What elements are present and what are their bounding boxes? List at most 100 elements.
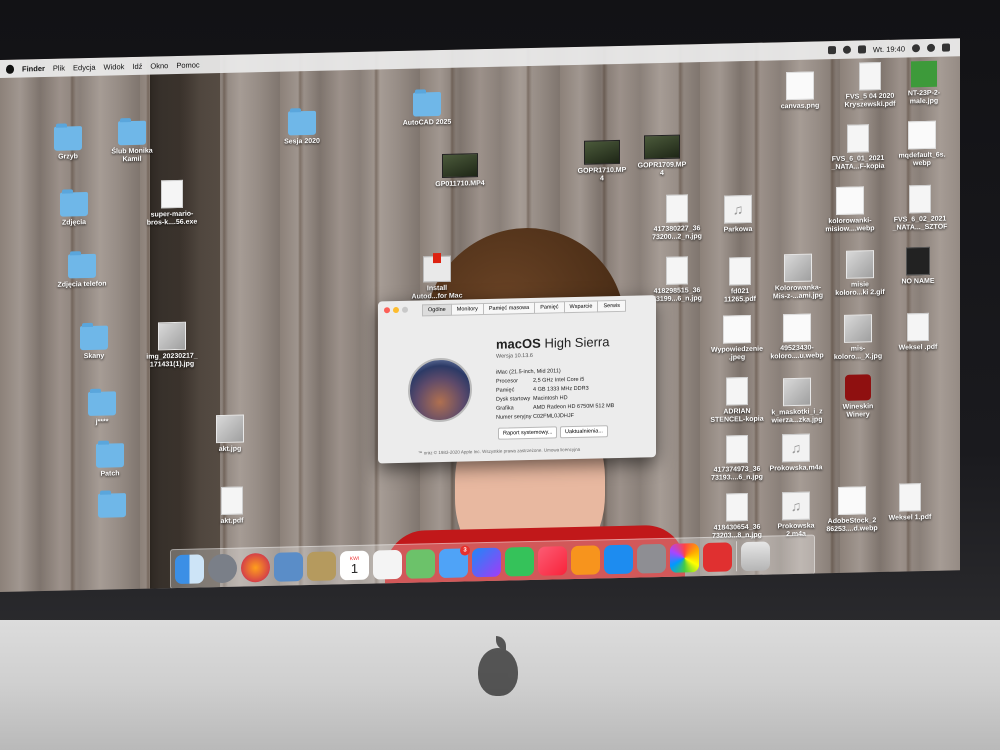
desktop-icon[interactable] <box>80 493 144 521</box>
tab-serwis[interactable]: Serwis <box>597 299 626 313</box>
desktop-icon[interactable]: AutoCAD 2025 <box>395 91 459 128</box>
desktop-icon-label: AutoCAD 2025 <box>402 118 452 127</box>
desktop-icon[interactable]: Grzyb <box>36 126 100 162</box>
facetime-icon[interactable] <box>505 546 534 577</box>
music-icon: ♫ <box>724 194 752 224</box>
desktop-icon-label: FVS_5 04 2020 Kryszewski.pdf <box>844 92 896 109</box>
maps-icon[interactable] <box>406 548 435 579</box>
tab-ogolne[interactable]: Ogólne <box>422 303 452 317</box>
reminders-icon[interactable] <box>373 549 402 580</box>
menu-finder[interactable]: Finder <box>22 63 45 73</box>
desktop-icon[interactable]: AdobeStock_2 86253....d.webp <box>820 486 884 534</box>
menu-edycja[interactable]: Edycja <box>73 62 96 72</box>
desktop-icon[interactable]: Install Autod...for Mac <box>405 255 469 301</box>
desktop-icon[interactable]: NT-23P-2- male.jpg <box>892 60 956 106</box>
desktop-icon[interactable]: Zdjęcia telefon <box>50 253 114 289</box>
desktop-icon[interactable]: FVS_6_01_2021 _NATA...F-kopia <box>826 124 890 172</box>
firefox-icon[interactable] <box>241 552 270 583</box>
music-icon[interactable] <box>538 545 567 576</box>
flag-icon[interactable] <box>857 45 866 54</box>
messages-icon[interactable]: 3 <box>439 544 470 578</box>
user-icon[interactable] <box>927 43 935 52</box>
system-report-button[interactable]: Raport systemowy... <box>498 426 558 440</box>
desktop-icon[interactable]: 49523430- koloro....u.webp <box>765 313 829 361</box>
desktop-icon[interactable]: Weksel .pdf <box>886 312 950 352</box>
notification-center-icon[interactable] <box>942 43 950 52</box>
software-update-button[interactable]: Uaktualnienia... <box>560 425 608 439</box>
calendar-icon[interactable]: KWI 1 <box>340 550 369 580</box>
desktop-icon[interactable]: mis- koloro..._X.jpg <box>826 314 890 362</box>
desktop-icon[interactable]: GOPR1710.MP 4 <box>570 139 634 184</box>
desktop-icon[interactable]: Zdjęcia <box>42 192 106 228</box>
desktop-icon[interactable]: Wypowiedzenie .jpeg <box>705 314 769 363</box>
desktop-icon[interactable]: akt.jpg <box>198 414 262 454</box>
doc-icon <box>726 435 748 464</box>
desktop-icon[interactable]: mqdefault_6s. webp <box>890 120 954 168</box>
tab-pamiec[interactable]: Pamięć <box>534 301 565 314</box>
desktop-icon[interactable]: ♫ Prokowska.m4a <box>764 433 828 473</box>
desktop-icon[interactable]: Kolorowanka- Mis-z-...ami.jpg <box>766 253 830 301</box>
desktop-icon[interactable]: akt.pdf <box>200 486 264 526</box>
desktop-icon[interactable]: 418430654_36 73203...8_n.jpg <box>705 493 769 541</box>
menu-idz[interactable]: Idź <box>132 61 142 70</box>
img-icon <box>846 250 874 279</box>
desktop-icon[interactable]: GOPR1709.MP 4 <box>630 134 694 178</box>
clock[interactable]: Wt. 19:40 <box>873 44 905 54</box>
desktop-icon[interactable]: NO NAME <box>886 246 950 286</box>
minimize-icon[interactable] <box>393 306 399 314</box>
menu-okno[interactable]: Okno <box>150 61 168 70</box>
desktop-icon[interactable]: 417374973_36 73193....6_n.jpg <box>705 435 769 483</box>
desktop-icon[interactable]: super-mario- bros-k....56.exe <box>140 179 204 227</box>
photos-icon[interactable] <box>670 542 699 573</box>
desktop-icon[interactable]: FVS_6_02_2021 _NATA..._SZTOF <box>888 184 952 232</box>
desktop-icon[interactable]: Sesja 2020 <box>270 110 334 146</box>
folder-icon <box>96 443 124 468</box>
tab-pamiec-masowa[interactable]: Pamięć masowa <box>482 301 536 316</box>
desktop-icon[interactable]: 417380227_36 73200...2_n.jpg <box>645 194 709 242</box>
books-icon[interactable] <box>571 544 600 575</box>
search-icon[interactable] <box>912 44 920 53</box>
desktop-icon[interactable]: kolorowanki- misiow....webp <box>818 186 882 234</box>
desktop-icon[interactable]: fd021 11265.pdf <box>708 256 772 304</box>
desktop-icon[interactable]: GP011710.MP4 <box>428 153 492 189</box>
desktop-icon[interactable]: Weksel 1.pdf <box>878 483 942 523</box>
app-store-icon[interactable] <box>604 544 633 574</box>
desktop-icon[interactable]: Wineskin Winery <box>826 374 890 420</box>
desktop-icon[interactable]: k_maskotki_i_z wierza...zka.jpg <box>765 377 829 425</box>
desktop-icon[interactable]: Patch <box>78 443 142 479</box>
folder-icon <box>88 391 116 417</box>
menu-plik[interactable]: Plik <box>53 63 65 72</box>
finder-icon[interactable] <box>175 553 204 584</box>
menu-widok[interactable]: Widok <box>104 62 125 71</box>
contacts-icon[interactable] <box>307 550 336 581</box>
preview-icon[interactable] <box>274 551 303 582</box>
tab-wsparcie[interactable]: Wsparcie <box>563 300 599 314</box>
desktop-icon-label: Skany <box>83 352 105 361</box>
messenger-icon[interactable] <box>472 547 501 577</box>
desktop-icon-label: mis- koloro..._X.jpg <box>833 345 883 362</box>
apple-menu-icon[interactable] <box>6 64 14 74</box>
menu-pomoc[interactable]: Pomoc <box>176 60 199 70</box>
close-icon[interactable] <box>384 307 390 314</box>
zoom-icon[interactable] <box>402 306 408 313</box>
desktop-icon[interactable]: canvas.png <box>768 71 832 111</box>
desktop-icon[interactable]: ADRIAN STENCEL-kopia <box>705 377 769 425</box>
desktop-icon-label: GOPR1709.MP 4 <box>637 161 687 178</box>
anydesk-icon[interactable] <box>703 541 732 572</box>
img-icon <box>216 414 244 444</box>
desktop-icon[interactable]: Skany <box>62 325 126 361</box>
tab-monitory[interactable]: Monitory <box>450 303 484 316</box>
trash-icon[interactable] <box>741 541 770 571</box>
desktop-icon[interactable]: ♫ Prokowska 2.m4a <box>764 491 828 539</box>
desktop-icon[interactable]: j**** <box>70 391 134 427</box>
launchpad-icon[interactable] <box>208 553 237 583</box>
desktop-icon[interactable]: Ślub Monika Kamil <box>100 120 164 164</box>
desktop-icon[interactable]: ♫ Parkowa <box>706 194 770 235</box>
video-icon <box>644 134 680 160</box>
wifi-icon[interactable] <box>842 45 851 54</box>
desktop-icon[interactable]: img_20230217_ 171431(1).jpg <box>140 321 204 369</box>
desktop-icon[interactable]: misie koloro...ki 2.gif <box>828 250 892 298</box>
doc-icon <box>161 179 183 209</box>
system-preferences-icon[interactable] <box>637 543 666 574</box>
bluetooth-icon[interactable] <box>827 46 836 55</box>
